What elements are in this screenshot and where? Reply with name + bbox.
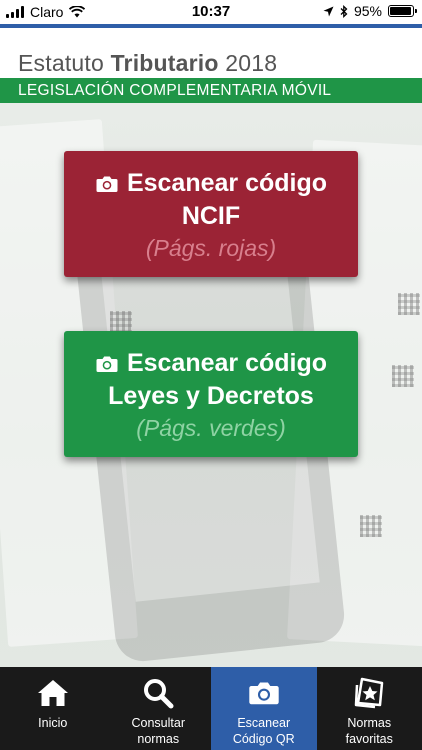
tab-normas-favoritas[interactable]: Normas favoritas [317,667,422,750]
tab-label: Escanear Código QR [232,716,295,746]
title-part-1: Estatuto [18,50,111,76]
scan-ncif-button[interactable]: Escanear código NCIF (Págs. rojas) [64,151,358,277]
background-qr-mark [392,365,414,387]
scan-leyes-subtitle: Leyes y Decretos [108,382,314,410]
home-icon [37,680,68,706]
camera-icon [96,176,118,192]
scan-ncif-subtitle: NCIF [181,202,241,230]
background-qr-mark [110,311,132,333]
title-bold: Tributario [110,50,219,76]
favorite-norms-icon [355,677,384,709]
app-subtitle-bar: LEGISLACIÓN COMPLEMENTARIA MÓVIL [0,78,422,103]
tab-label: Inicio [38,716,68,730]
scan-ncif-title: Escanear código [126,169,328,197]
background-qr-mark [398,293,420,315]
location-arrow-icon [323,6,334,16]
tab-label: Normas favoritas [345,716,393,746]
app-header: Estatuto Tributario 2018 [0,28,422,78]
tab-consultar-normas[interactable]: Consultar normas [106,667,212,750]
tab-inicio[interactable]: Inicio [0,667,106,750]
scan-leyes-pages-note: (Págs. verdes) [136,415,286,441]
scan-ncif-pages-note: (Págs. rojas) [145,235,277,261]
bluetooth-icon [340,4,348,18]
scan-leyes-title: Escanear código [126,349,328,377]
scan-leyes-button[interactable]: Escanear código Leyes y Decretos (Págs. … [64,331,358,457]
search-icon [144,679,174,709]
camera-icon [249,682,279,705]
battery-icon [388,5,417,17]
camera-icon [96,356,118,372]
status-bar: Claro 10:37 95% [0,0,422,24]
bottom-tab-bar: Inicio Consultar normas Escanear Código … [0,667,422,750]
background-qr-mark [360,515,382,537]
battery-level-fill [390,7,411,15]
title-part-2: 2018 [218,50,278,76]
battery-percent: 95% [353,3,382,19]
tab-label: Consultar normas [131,716,186,746]
tab-escanear-codigo-qr[interactable]: Escanear Código QR [211,667,317,750]
status-right: 95% [323,3,417,19]
app-title: Estatuto Tributario 2018 [18,50,277,77]
